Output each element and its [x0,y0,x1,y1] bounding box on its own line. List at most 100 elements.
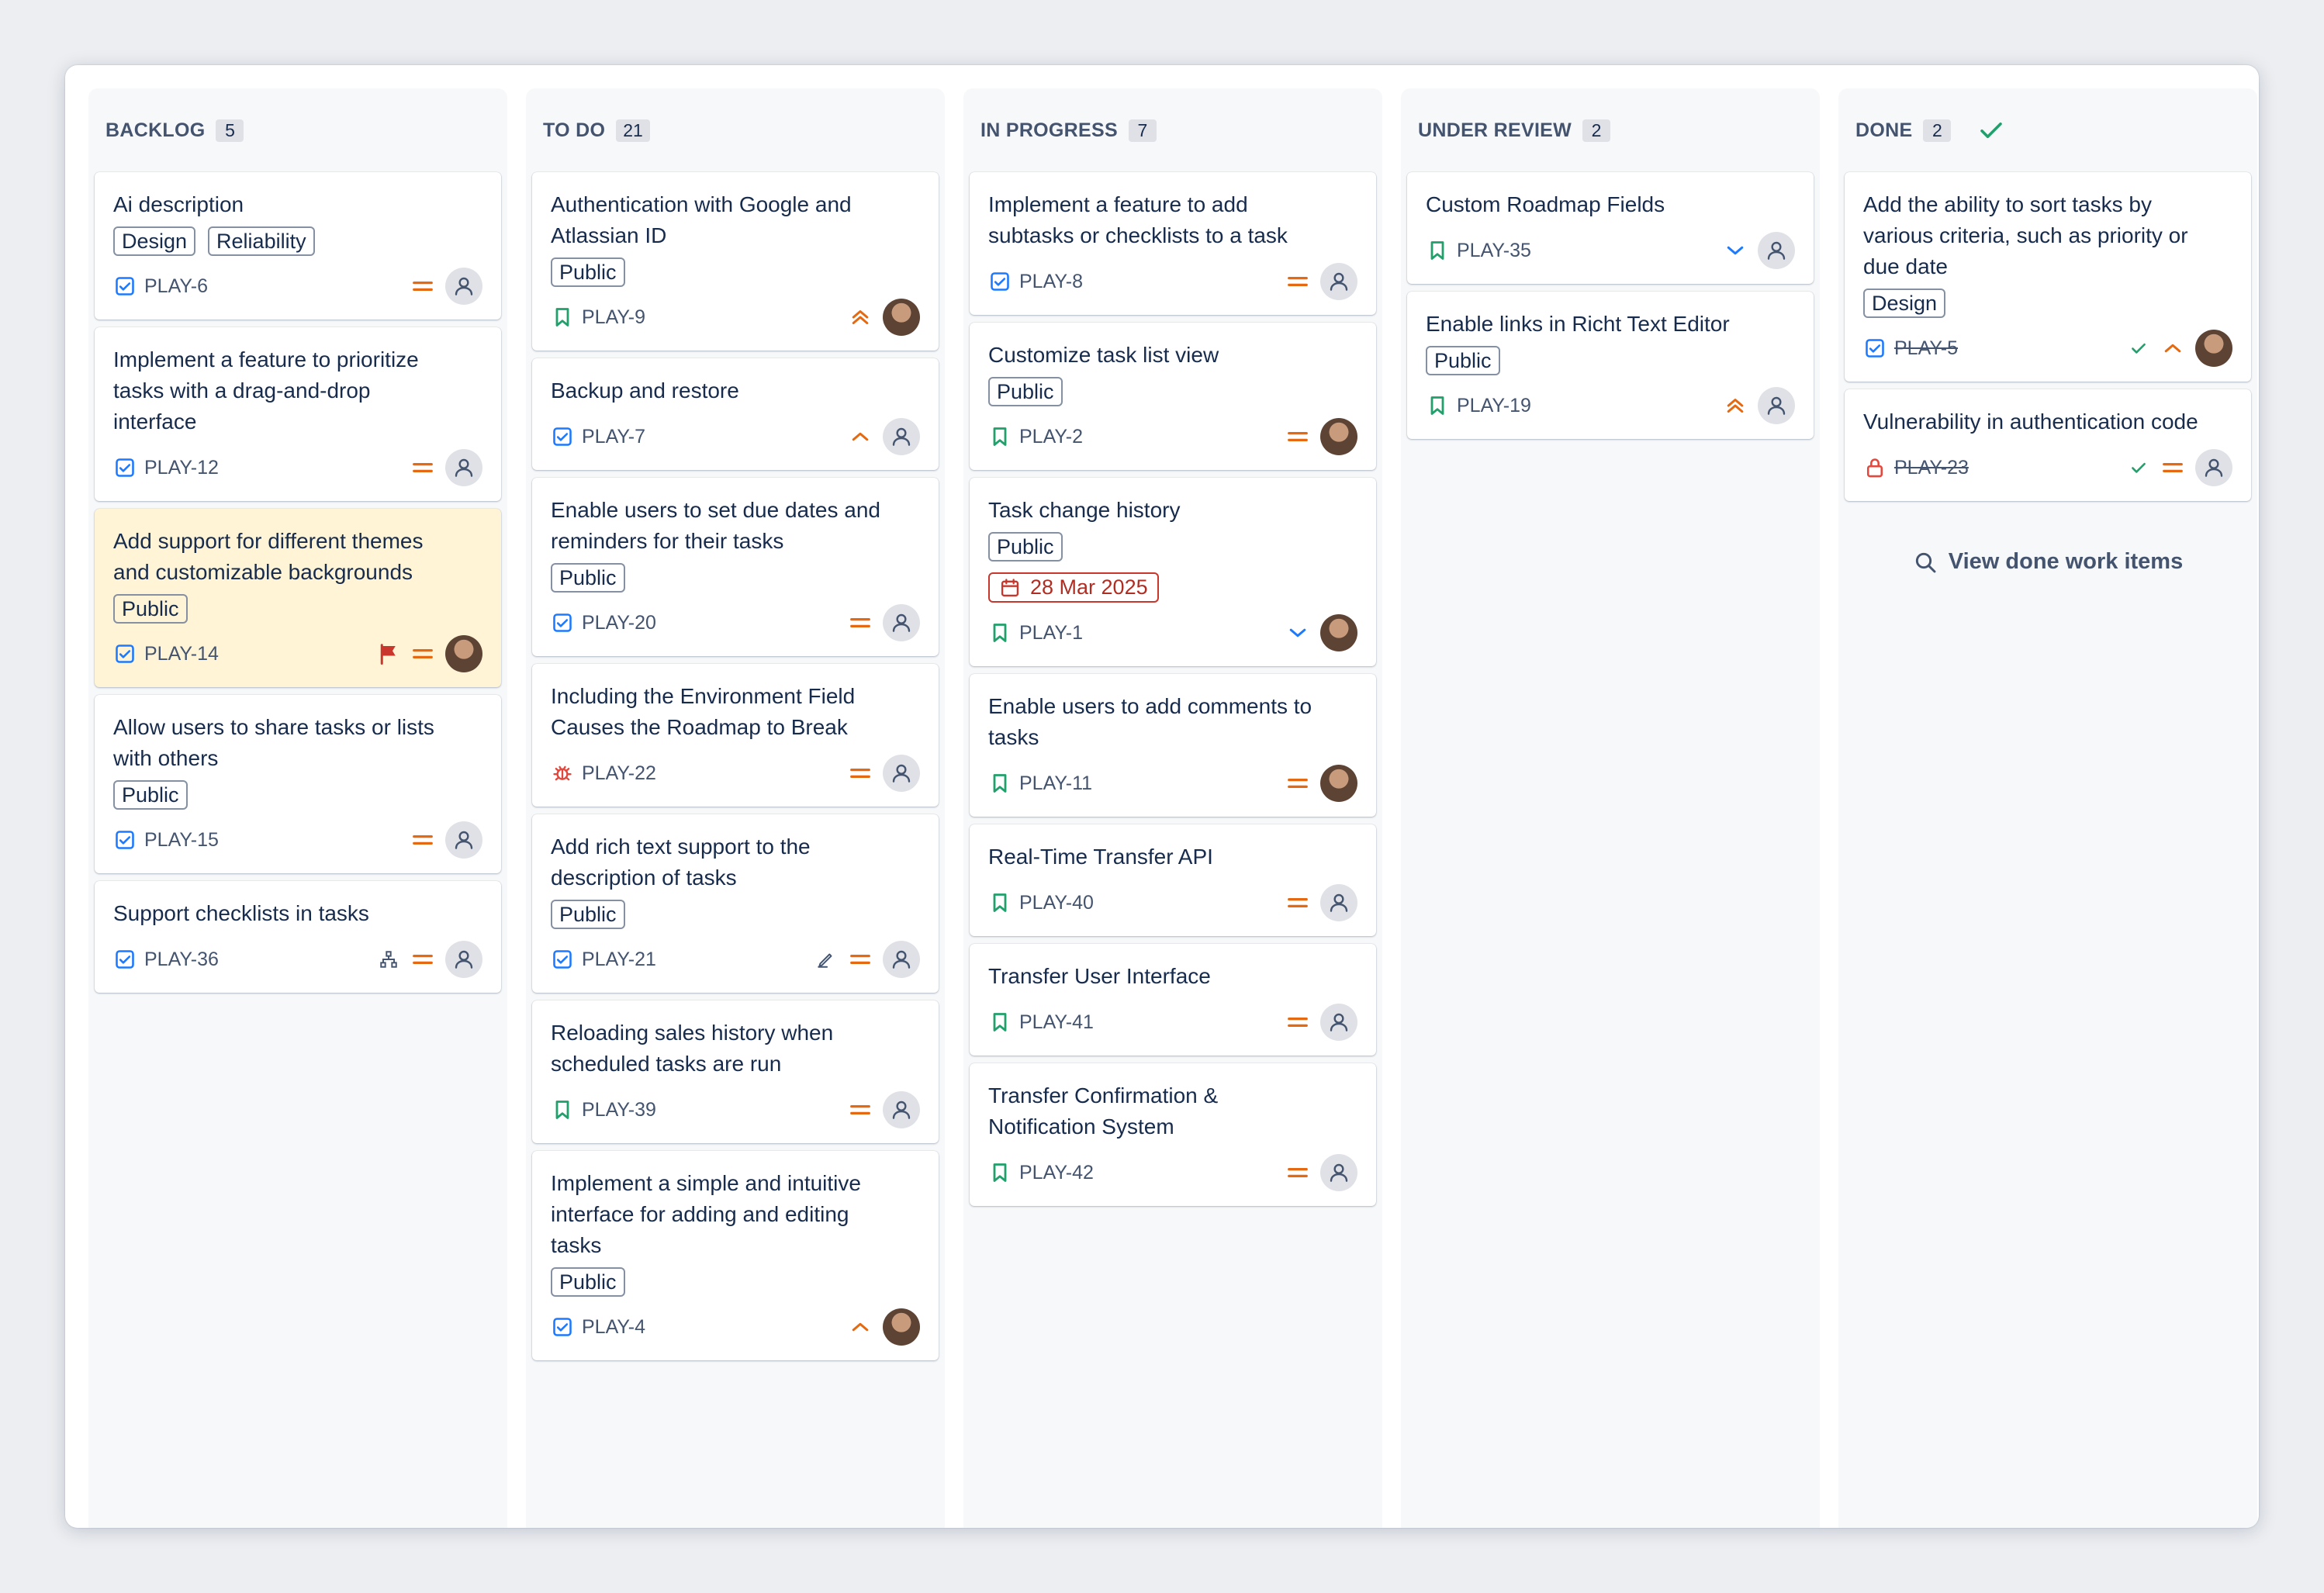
card-meta [1286,1004,1357,1041]
issue-card[interactable]: Implement a feature to add subtasks or c… [970,172,1376,315]
issue-card[interactable]: Add rich text support to the description… [532,814,939,993]
issue-key[interactable]: PLAY-40 [1019,892,1094,914]
unassigned-avatar-icon[interactable] [2195,449,2232,486]
card-footer: PLAY-40 [988,883,1357,922]
assignee-avatar[interactable] [1320,418,1357,455]
story-type-icon [988,772,1012,795]
unassigned-avatar-icon[interactable] [445,268,482,305]
unassigned-avatar-icon[interactable] [1320,1154,1357,1191]
unassigned-avatar-icon[interactable] [883,1091,920,1128]
unassigned-avatar-icon[interactable] [1758,232,1795,269]
unassigned-avatar-icon[interactable] [883,755,920,792]
card-title: Add the ability to sort tasks by various… [1863,192,2188,278]
issue-key[interactable]: PLAY-35 [1457,240,1531,262]
issue-card[interactable]: Allow users to share tasks or lists with… [95,695,501,873]
issue-card[interactable]: Implement a simple and intuitive interfa… [532,1151,939,1360]
unassigned-avatar-icon[interactable] [883,418,920,455]
issue-key[interactable]: PLAY-9 [582,306,645,329]
issue-key[interactable]: PLAY-6 [144,275,208,298]
label-list: Public [113,594,482,624]
unassigned-avatar-icon[interactable] [1320,884,1357,921]
issue-card[interactable]: Including the Environment Field Causes t… [532,664,939,807]
issue-key[interactable]: PLAY-5 [1894,337,1958,360]
card-footer: PLAY-15 [113,821,482,859]
unassigned-avatar-icon[interactable] [1758,387,1795,424]
assignee-avatar[interactable] [883,299,920,336]
card-meta [1286,1154,1357,1191]
column-count-badge: 2 [1923,119,1952,142]
issue-key[interactable]: PLAY-41 [1019,1011,1094,1034]
issue-key[interactable]: PLAY-11 [1019,772,1092,795]
issue-card[interactable]: Support checklists in tasks PLAY-36 [95,881,501,993]
issue-key[interactable]: PLAY-14 [144,643,219,665]
issue-card[interactable]: Ai description Design Reliability PLAY-6 [95,172,501,320]
issue-card[interactable]: Add the ability to sort tasks by various… [1845,172,2251,382]
card-footer: PLAY-7 [551,417,920,456]
card-meta [2127,449,2232,486]
issue-key[interactable]: PLAY-12 [144,457,219,479]
story-type-icon [988,1011,1012,1034]
card-footer: PLAY-8 [988,262,1357,301]
priority-medium-icon [411,948,434,971]
issue-key[interactable]: PLAY-23 [1894,457,1969,479]
priority-medium-icon [1286,891,1309,914]
card-title: Real-Time Transfer API [988,845,1213,869]
issue-key[interactable]: PLAY-2 [1019,426,1083,448]
issue-card[interactable]: Reloading sales history when scheduled t… [532,1000,939,1143]
issue-card[interactable]: Task change history Public 28 Mar 2025 PLAY… [970,478,1376,666]
issue-card[interactable]: Enable users to set due dates and remind… [532,478,939,656]
issue-card[interactable]: Backup and restore PLAY-7 [532,358,939,470]
issue-key[interactable]: PLAY-1 [1019,622,1083,644]
issue-key[interactable]: PLAY-39 [582,1099,656,1121]
column-title: UNDER REVIEW [1418,119,1572,141]
issue-card[interactable]: Authentication with Google and Atlassian… [532,172,939,351]
issue-card[interactable]: Enable links in Richt Text Editor Public P… [1407,292,1814,439]
issue-card[interactable]: Enable users to add comments to tasks PLA… [970,674,1376,817]
unassigned-avatar-icon[interactable] [883,941,920,978]
issue-key[interactable]: PLAY-4 [582,1316,645,1339]
assignee-avatar[interactable] [883,1308,920,1346]
issue-card[interactable]: Implement a feature to prioritize tasks … [95,327,501,501]
unassigned-avatar-icon[interactable] [1320,1004,1357,1041]
unassigned-avatar-icon[interactable] [445,449,482,486]
card-title: Reloading sales history when scheduled t… [551,1021,834,1076]
issue-card[interactable]: Customize task list view Public PLAY-2 [970,323,1376,470]
issue-key[interactable]: PLAY-20 [582,612,656,634]
issue-card[interactable]: Vulnerability in authentication code PLAY… [1845,389,2251,501]
unassigned-avatar-icon[interactable] [445,821,482,859]
issue-key[interactable]: PLAY-15 [144,829,219,852]
view-done-work-items-link[interactable]: View done work items [1838,549,2257,575]
priority-low-icon [1724,239,1747,262]
assignee-avatar[interactable] [445,635,482,672]
card-title: Enable users to set due dates and remind… [551,498,880,553]
issue-key[interactable]: PLAY-36 [144,949,219,971]
priority-medium-icon [1286,1161,1309,1184]
card-title: Including the Environment Field Causes t… [551,684,856,739]
assignee-avatar[interactable] [1320,765,1357,802]
issue-key[interactable]: PLAY-8 [1019,271,1083,293]
issue-card[interactable]: Custom Roadmap Fields PLAY-35 [1407,172,1814,284]
issue-key[interactable]: PLAY-19 [1457,395,1531,417]
issue-card[interactable]: Transfer Confirmation & Notification Sys… [970,1063,1376,1206]
column-count-badge: 5 [216,119,244,142]
unassigned-avatar-icon[interactable] [445,941,482,978]
issue-card[interactable]: Transfer User Interface PLAY-41 [970,944,1376,1056]
card-list: Ai description Design Reliability PLAY-6 Imp… [88,172,507,993]
assignee-avatar[interactable] [1320,614,1357,651]
issue-key[interactable]: PLAY-22 [582,762,656,785]
issue-key[interactable]: PLAY-21 [582,949,656,971]
card-title: Add rich text support to the description… [551,835,811,890]
assignee-avatar[interactable] [2195,330,2232,367]
column-title: TO DO [543,119,606,141]
issue-card[interactable]: Real-Time Transfer API PLAY-40 [970,824,1376,936]
done-check-icon [1977,116,2005,144]
card-footer: PLAY-42 [988,1153,1357,1192]
issue-key[interactable]: PLAY-7 [582,426,645,448]
unassigned-avatar-icon[interactable] [1320,263,1357,300]
issue-key[interactable]: PLAY-42 [1019,1162,1094,1184]
task-type-icon [113,456,137,479]
card-footer: PLAY-14 [113,634,482,673]
issue-card[interactable]: Add support for different themes and cus… [95,509,501,687]
unassigned-avatar-icon[interactable] [883,604,920,641]
card-title: Backup and restore [551,378,739,403]
